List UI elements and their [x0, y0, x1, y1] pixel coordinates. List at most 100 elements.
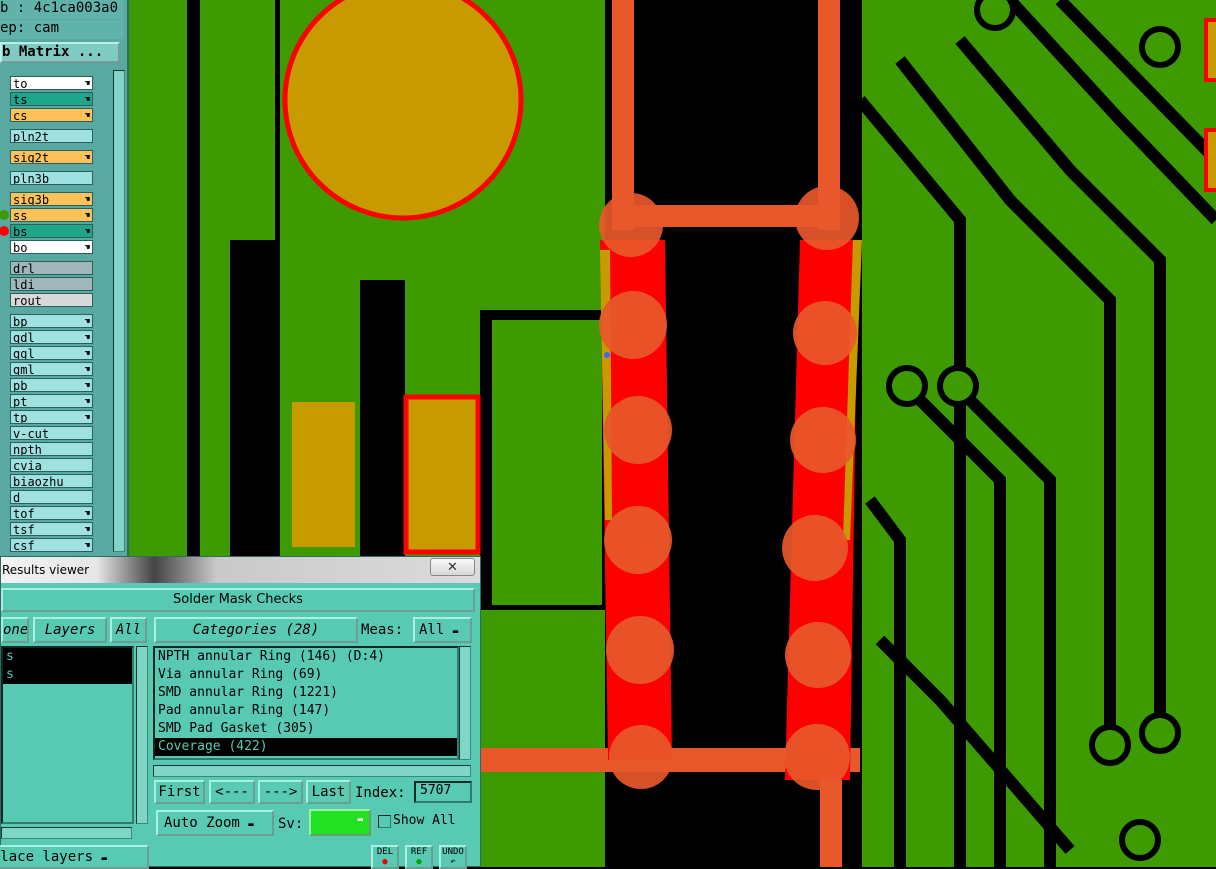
- results-viewer-titlebar[interactable]: Results viewer ✕: [1, 557, 480, 583]
- replace-layers-dropdown[interactable]: Replace layers ▬: [0, 845, 149, 869]
- layer-row-sig3b[interactable]: sig3b ☚: [10, 192, 93, 206]
- layer-name: d: [13, 491, 21, 504]
- layer-row-gml[interactable]: gml ☚: [10, 362, 93, 376]
- hand-icon: ☚: [84, 153, 90, 163]
- category-item[interactable]: Via annular Ring (69): [155, 666, 457, 684]
- category-item[interactable]: Coverage (422): [155, 738, 457, 756]
- layer-row-gdl[interactable]: gdl ☚: [10, 330, 93, 344]
- undo-label: UNDO: [442, 847, 464, 857]
- layer-row-cvia[interactable]: cvia: [10, 458, 93, 472]
- hand-icon: ☚: [84, 413, 90, 423]
- dropdown-icon: ▬: [248, 820, 254, 830]
- hand-icon: ☚: [84, 211, 90, 221]
- list-item[interactable]: s: [3, 666, 132, 684]
- layer-name: cs: [13, 109, 28, 122]
- all-button[interactable]: All: [110, 617, 147, 643]
- layer-name: sig3b: [13, 193, 50, 206]
- layer-row-v-cut[interactable]: v-cut: [10, 426, 93, 440]
- ref-button[interactable]: REF ●: [405, 845, 433, 869]
- hand-icon: ☚: [84, 349, 90, 359]
- category-item[interactable]: SMD annular Ring (1221): [155, 684, 457, 702]
- category-item[interactable]: SMD Pad Gasket (305): [155, 720, 457, 738]
- layer-name: bo: [13, 241, 28, 254]
- layer-panel-scrollbar[interactable]: [113, 70, 125, 552]
- sv-color-dropdown[interactable]: ▬: [309, 809, 371, 836]
- layer-row-drl[interactable]: drl: [10, 261, 93, 275]
- matrix-button[interactable]: b Matrix ...: [0, 42, 120, 63]
- layer-row-ldi[interactable]: ldi: [10, 277, 93, 291]
- layer-row-ggl[interactable]: ggl ☚: [10, 346, 93, 360]
- meas-dropdown[interactable]: All ▬: [413, 617, 472, 643]
- layer-name: ts: [13, 93, 28, 106]
- show-all-checkbox[interactable]: [378, 815, 391, 828]
- layers-button[interactable]: Layers: [33, 617, 107, 643]
- index-label: Index:: [355, 785, 406, 801]
- layer-row-sig2t[interactable]: sig2t ☚: [10, 150, 93, 164]
- hand-icon: ☚: [84, 541, 90, 551]
- layer-row-rout[interactable]: rout: [10, 293, 93, 307]
- list-item[interactable]: s: [3, 648, 132, 666]
- layer-row-pln2t[interactable]: pln2t: [10, 129, 93, 143]
- layer-row-csf[interactable]: csf ☚: [10, 538, 93, 552]
- layer-row-npth[interactable]: npth: [10, 442, 93, 456]
- layer-list-hscrollbar[interactable]: [1, 827, 132, 839]
- layer-row-biaozhu[interactable]: biaozhu: [10, 474, 93, 488]
- layer-list-scrollbar[interactable]: [136, 646, 148, 824]
- layer-row-tp[interactable]: tp ☚: [10, 410, 93, 424]
- hand-icon: ☚: [84, 195, 90, 205]
- category-item[interactable]: NPTH annular Ring (146) (D:4): [155, 648, 457, 666]
- hand-icon: ☚: [84, 227, 90, 237]
- layer-name: npth: [13, 443, 42, 456]
- categories-list[interactable]: NPTH annular Ring (146) (D:4) Via annular…: [153, 646, 459, 760]
- del-button[interactable]: DEL ●: [371, 845, 399, 869]
- hand-icon: ☚: [84, 397, 90, 407]
- hand-icon: ☚: [84, 509, 90, 519]
- meas-label: Meas:: [361, 622, 404, 638]
- layer-row-ts[interactable]: ts ☚: [10, 92, 93, 106]
- layer-name: pln2t: [13, 130, 50, 143]
- auto-zoom-dropdown[interactable]: Auto Zoom ▬: [156, 810, 274, 836]
- layer-row-tsf[interactable]: tsf ☚: [10, 522, 93, 536]
- next-button[interactable]: --->: [258, 780, 303, 804]
- layer-row-pln3b[interactable]: pln3b: [10, 171, 93, 185]
- layer-name: bp: [13, 315, 28, 328]
- layer-name: drl: [13, 262, 35, 275]
- undo-button[interactable]: UNDO ↶: [439, 845, 467, 869]
- none-button[interactable]: one: [1, 617, 29, 643]
- category-item[interactable]: Pad annular Ring (147): [155, 702, 457, 720]
- close-icon[interactable]: ✕: [430, 558, 475, 576]
- layer-row-pt[interactable]: pt ☚: [10, 394, 93, 408]
- layer-name: cvia: [13, 459, 42, 472]
- layer-row-ss[interactable]: ss ☚: [10, 208, 93, 222]
- index-field[interactable]: 5707: [414, 781, 472, 803]
- categories-scrollbar[interactable]: [459, 646, 471, 760]
- layer-row-bp[interactable]: bp ☚: [10, 314, 93, 328]
- results-viewer-title: Results viewer: [2, 563, 90, 577]
- layer-name: tsf: [13, 523, 35, 536]
- layer-row-d[interactable]: d: [10, 490, 93, 504]
- last-button[interactable]: Last: [306, 780, 351, 804]
- layer-row-cs[interactable]: cs ☚: [10, 108, 93, 122]
- layer-name: tp: [13, 411, 28, 424]
- categories-hscrollbar[interactable]: [153, 765, 471, 777]
- layer-name: ss: [13, 209, 28, 222]
- job-name: b : 4c1ca003a0: [0, 0, 124, 19]
- layer-row-to[interactable]: to ☚: [10, 76, 93, 90]
- dropdown-icon: ▬: [101, 854, 107, 864]
- layer-row-bs[interactable]: bs ☚: [10, 224, 93, 238]
- layer-name: to: [13, 77, 28, 90]
- layer-status-dot: [0, 210, 9, 220]
- replace-layers-label: Replace layers: [0, 849, 94, 865]
- layer-row-bo[interactable]: bo ☚: [10, 240, 93, 254]
- layer-name: sig2t: [13, 151, 50, 164]
- prev-button[interactable]: <---: [209, 780, 255, 804]
- first-button[interactable]: First: [154, 780, 205, 804]
- hand-icon: ☚: [84, 243, 90, 253]
- show-all-label: Show All: [393, 813, 456, 828]
- layer-row-tof[interactable]: tof ☚: [10, 506, 93, 520]
- layer-name: biaozhu: [13, 475, 64, 488]
- layer-results-list[interactable]: s s: [1, 646, 134, 824]
- hand-icon: ☚: [84, 317, 90, 327]
- layer-row-pb[interactable]: pb ☚: [10, 378, 93, 392]
- categories-button[interactable]: Categories (28): [154, 617, 358, 643]
